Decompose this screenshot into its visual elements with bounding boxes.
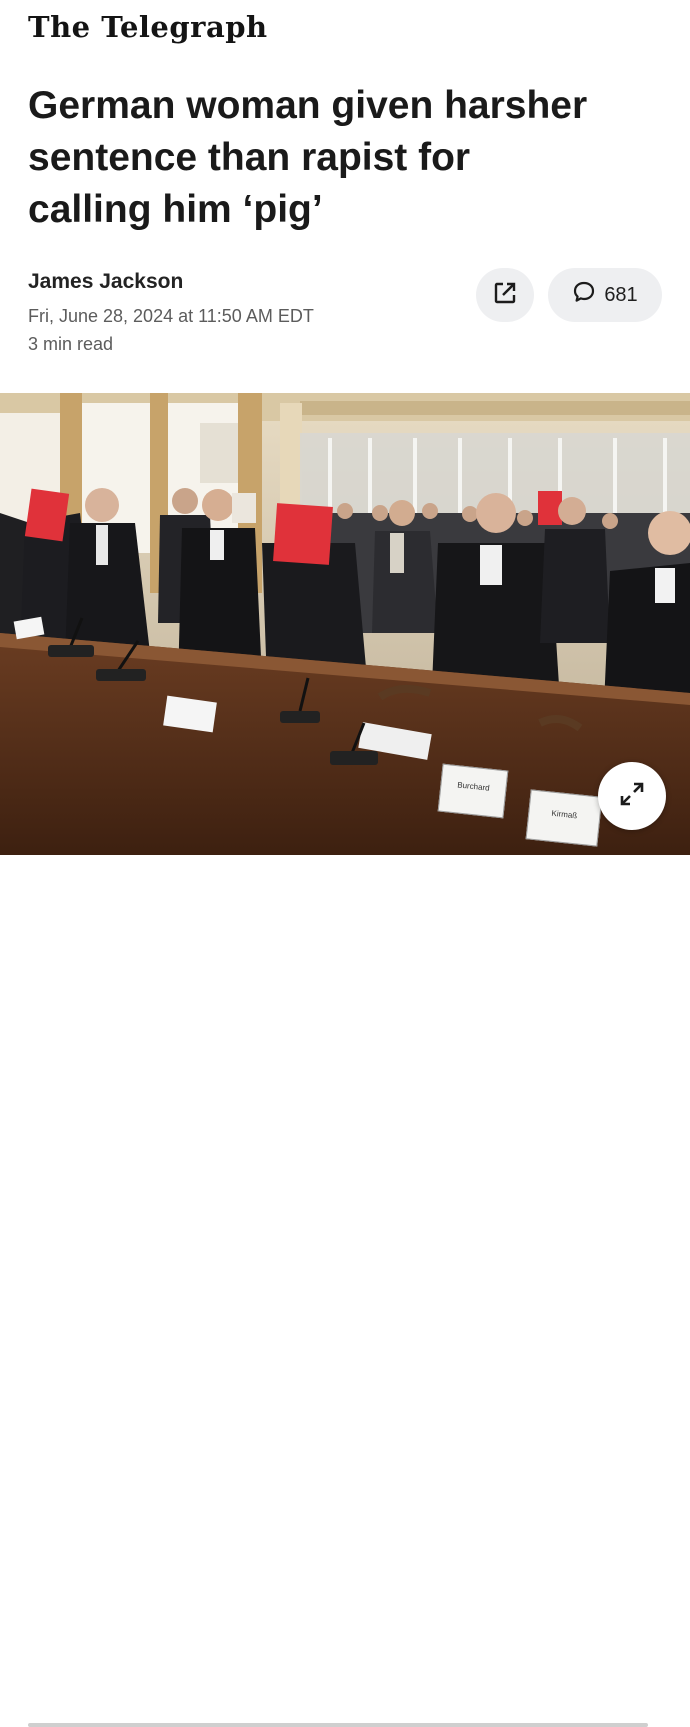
- read-time: 3 min read: [28, 334, 114, 354]
- article-body-start: [0, 855, 690, 1727]
- comment-count: 681: [604, 283, 638, 306]
- expand-arrows-icon: [617, 779, 647, 814]
- name-plate: Kirmaß: [525, 789, 603, 847]
- speech-bubble-icon: [572, 280, 596, 310]
- comments-button[interactable]: 681: [548, 268, 662, 322]
- name-plate: Burchard: [437, 763, 509, 819]
- share-external-icon: [492, 280, 518, 311]
- headline-line-3: calling him ‘pig’: [28, 188, 323, 231]
- headline-line-1: German woman given harsher: [28, 84, 588, 127]
- headline-line-2: sentence than rapist for: [28, 136, 471, 179]
- article-headline: German woman given harsher sentence than…: [28, 80, 668, 236]
- site-logo[interactable]: The Telegraph: [28, 10, 268, 44]
- expand-image-button[interactable]: [598, 762, 666, 830]
- share-button[interactable]: [476, 268, 534, 322]
- byline: James Jackson Fri, June 28, 2024 at 11:5…: [28, 270, 314, 358]
- name-plate-text: Burchard: [456, 780, 491, 793]
- article-photo[interactable]: Burchard Kirmaß: [0, 393, 690, 855]
- courtroom-photo-illustration: [0, 393, 690, 855]
- name-plate-text: Kirmaß: [551, 808, 578, 821]
- publish-date: Fri, June 28, 2024 at 11:50 AM EDT: [28, 306, 314, 326]
- author-name[interactable]: James Jackson: [28, 270, 314, 294]
- truncated-text-line: [28, 1719, 648, 1727]
